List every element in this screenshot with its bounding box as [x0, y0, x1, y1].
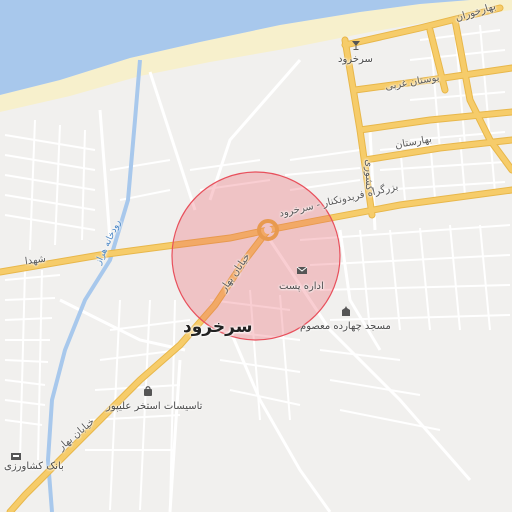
town-label: سرخرود [183, 317, 253, 337]
road-label-keshvari: کشوری [362, 159, 374, 191]
location-accuracy-circle [171, 171, 341, 341]
bag-icon[interactable] [142, 385, 154, 397]
post-office-label: اداره پست [279, 281, 324, 292]
map-view[interactable]: سرخرود بهارخوران بوستان غربی بهارستان کش… [0, 0, 512, 512]
envelope-icon[interactable] [296, 264, 308, 276]
pool-label: تاسیسات استخر علیپور [106, 401, 203, 412]
bar-label: سرخرود [338, 54, 373, 65]
mosque-icon[interactable] [340, 305, 352, 317]
bank-label: بانک کشاورزی [4, 461, 64, 472]
mosque-label: مسجد چهارده معصوم [300, 321, 391, 332]
cocktail-icon[interactable] [350, 39, 362, 51]
